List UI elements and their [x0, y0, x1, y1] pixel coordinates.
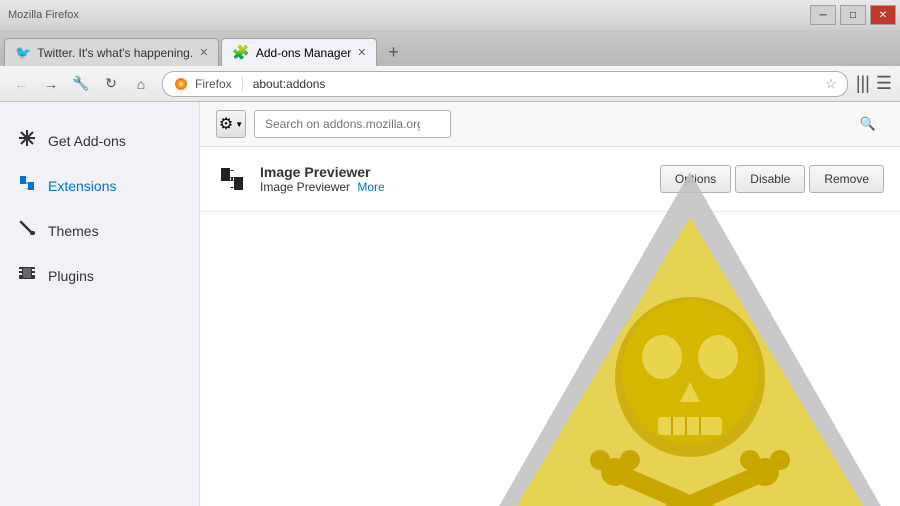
- get-addons-icon: [16, 128, 38, 153]
- sidebar-item-extensions[interactable]: Extensions: [0, 163, 199, 208]
- close-button[interactable]: ✕: [870, 5, 896, 25]
- extension-item-image-previewer: Image Previewer Image Previewer More Opt…: [200, 147, 900, 212]
- window-controls: ─ □ ✕: [810, 5, 896, 25]
- options-button[interactable]: Options: [660, 165, 731, 193]
- window-title: Mozilla Firefox: [8, 9, 79, 21]
- address-text[interactable]: about:addons: [253, 77, 819, 91]
- extension-description: Image Previewer More: [260, 180, 648, 194]
- address-separator: [242, 77, 243, 91]
- browser-label: Firefox: [195, 77, 232, 91]
- forward-button[interactable]: →: [38, 71, 64, 97]
- tools-button[interactable]: 🔧: [68, 71, 94, 97]
- firefox-icon: [173, 76, 189, 92]
- title-bar: Mozilla Firefox ─ □ ✕: [0, 0, 900, 30]
- addons-tab-icon: 🧩: [232, 44, 249, 61]
- extensions-puzzle-icon: [16, 173, 38, 198]
- sidebar-item-themes[interactable]: Themes: [0, 208, 199, 253]
- extension-more-link[interactable]: More: [357, 180, 384, 194]
- remove-button[interactable]: Remove: [809, 165, 884, 193]
- maximize-button[interactable]: □: [840, 5, 866, 25]
- gear-dropdown-arrow: ▼: [235, 120, 243, 129]
- tab-addons-close[interactable]: ✕: [357, 46, 366, 59]
- tab-addons-label: Add-ons Manager: [256, 46, 351, 60]
- twitter-icon: 🐦: [15, 45, 31, 61]
- nav-bar: ← → 🔧 ↻ ⌂ Firefox about:addons ☆ ||| ☰: [0, 66, 900, 102]
- back-button[interactable]: ←: [8, 71, 34, 97]
- warning-sign-svg: [440, 162, 900, 506]
- nav-right-icons: ||| ☰: [856, 73, 892, 94]
- gear-icon: ⚙: [219, 114, 233, 134]
- tab-twitter-label: Twitter. It's what's happening.: [37, 46, 193, 60]
- sidebar-item-plugins-label: Plugins: [48, 268, 94, 284]
- disable-button[interactable]: Disable: [735, 165, 805, 193]
- sidebar-item-themes-label: Themes: [48, 223, 99, 239]
- minimize-button[interactable]: ─: [810, 5, 836, 25]
- tab-addons[interactable]: 🧩 Add-ons Manager ✕: [221, 38, 377, 66]
- bookmark-icon[interactable]: ☆: [825, 76, 837, 92]
- tab-twitter-close[interactable]: ✕: [199, 46, 208, 59]
- library-icon[interactable]: |||: [856, 73, 870, 94]
- sidebar-item-get-addons[interactable]: Get Add-ons: [0, 118, 199, 163]
- warning-overlay: [440, 162, 900, 506]
- search-input[interactable]: [254, 110, 451, 138]
- sidebar: Get Add-ons Extensions Themes: [0, 102, 200, 506]
- reload-button[interactable]: ↻: [98, 71, 124, 97]
- content-area: ⚙ ▼ 🔍 Image Previewer Image Previewer: [200, 102, 900, 506]
- content-header: ⚙ ▼ 🔍: [200, 102, 900, 147]
- extension-info: Image Previewer Image Previewer More: [260, 164, 648, 194]
- address-bar[interactable]: Firefox about:addons ☆: [162, 71, 848, 97]
- extension-buttons: Options Disable Remove: [660, 165, 884, 193]
- search-icon: 🔍: [860, 116, 876, 132]
- main-content: Get Add-ons Extensions Themes: [0, 102, 900, 506]
- themes-brush-icon: [16, 218, 38, 243]
- tab-twitter[interactable]: 🐦 Twitter. It's what's happening. ✕: [4, 38, 219, 66]
- search-container: 🔍: [254, 110, 884, 138]
- plugins-icon: [16, 263, 38, 288]
- gear-button[interactable]: ⚙ ▼: [216, 110, 246, 138]
- tab-bar: 🐦 Twitter. It's what's happening. ✕ 🧩 Ad…: [0, 30, 900, 66]
- extension-icon: [216, 163, 248, 195]
- extension-name: Image Previewer: [260, 164, 648, 180]
- new-tab-button[interactable]: +: [379, 38, 407, 66]
- home-button[interactable]: ⌂: [128, 71, 154, 97]
- menu-icon[interactable]: ☰: [876, 73, 892, 94]
- sidebar-item-get-addons-label: Get Add-ons: [48, 133, 126, 149]
- sidebar-item-extensions-label: Extensions: [48, 178, 116, 194]
- sidebar-item-plugins[interactable]: Plugins: [0, 253, 199, 298]
